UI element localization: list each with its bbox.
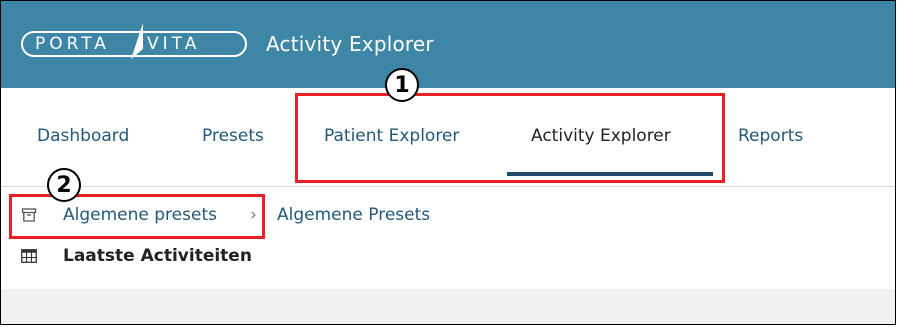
logo-leaf-icon bbox=[131, 23, 143, 59]
top-header-bar: PORTA VITA Activity Explorer bbox=[1, 1, 895, 88]
content-panel bbox=[1, 289, 895, 324]
highlight-box-2 bbox=[9, 194, 265, 239]
annotation-badge-1: 1 bbox=[385, 68, 419, 102]
nav-item-reports[interactable]: Reports bbox=[738, 126, 803, 146]
breadcrumb-item-algemene-presets-current[interactable]: Algemene Presets bbox=[277, 205, 430, 225]
logo-text-right: VITA bbox=[147, 34, 201, 54]
nav-divider bbox=[1, 186, 895, 187]
highlight-box-1 bbox=[295, 93, 725, 183]
logo-text-left: PORTA bbox=[35, 34, 110, 54]
table-grid-icon bbox=[21, 249, 37, 263]
portavita-logo: PORTA VITA bbox=[21, 23, 251, 59]
app-title: Activity Explorer bbox=[266, 32, 434, 56]
annotation-badge-2: 2 bbox=[47, 168, 81, 202]
nav-item-presets[interactable]: Presets bbox=[202, 126, 264, 146]
app-window: PORTA VITA Activity Explorer Dashboard P… bbox=[0, 0, 896, 325]
section-title: Laatste Activiteiten bbox=[63, 246, 252, 266]
nav-item-dashboard[interactable]: Dashboard bbox=[37, 126, 129, 146]
